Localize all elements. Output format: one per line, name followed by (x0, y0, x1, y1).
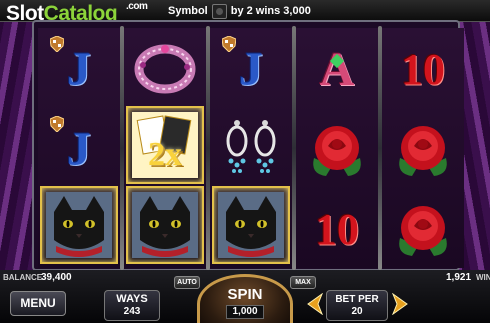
banner-text: by 2 wins 3,000 (230, 5, 311, 17)
rose-icon (399, 206, 447, 256)
wild-multiplier-label: 2x (148, 136, 182, 173)
ways-value: 243 (123, 306, 141, 317)
symbol-rose (298, 110, 376, 188)
reel-frame: J J 2x J A 10 10 (32, 20, 464, 271)
logo-suffix: .com (126, 1, 148, 12)
ways-display: WAYS 243 (104, 290, 160, 321)
black-cat-icon (46, 192, 112, 258)
reel-1: J J (38, 28, 120, 268)
reel-3: J (210, 28, 292, 268)
shield-icon (50, 36, 64, 52)
top-bar: SlotCatalog .com Symbol by 2 wins 3,000 (0, 0, 490, 25)
card-10-label: 10 (315, 204, 359, 254)
ways-label: WAYS (116, 293, 148, 305)
menu-button[interactable]: MENU (10, 291, 66, 316)
total-bet-value: 1,000 (226, 305, 264, 319)
max-bet-button[interactable]: MAX (290, 276, 316, 289)
balance-label: BALANCE (3, 273, 43, 282)
reel-2: 2x (124, 28, 206, 268)
game-stage: SlotCatalog .com Symbol by 2 wins 3,000 … (0, 0, 490, 323)
win-banner: Symbol by 2 wins 3,000 (168, 2, 311, 20)
symbol-cat-winning (212, 186, 290, 264)
reel-5: 10 (382, 28, 464, 268)
win-label: WIN (476, 273, 490, 282)
balance-value: 39,400 (41, 272, 72, 283)
rose-icon (399, 126, 447, 176)
symbol-cat-winning (126, 186, 204, 264)
symbol-wild-2x: 2x (126, 106, 204, 184)
bet-decrease-arrow-icon[interactable] (306, 293, 324, 315)
symbol-a: A (298, 30, 376, 108)
symbol-cat-winning (40, 186, 118, 264)
shield-icon (50, 116, 64, 132)
black-cat-icon (218, 192, 284, 258)
shield-icon (222, 36, 236, 52)
symbol-j: J (40, 110, 118, 188)
symbol-10: 10 (384, 30, 462, 108)
bet-per-value: 20 (351, 306, 363, 317)
symbol-j: J (40, 30, 118, 108)
card-j-label: J (239, 42, 263, 96)
symbol-10: 10 (298, 190, 376, 268)
spin-label[interactable]: SPIN (197, 286, 293, 303)
card-10-label: 10 (401, 44, 445, 94)
symbol-bracelet (126, 30, 204, 108)
bet-increase-arrow-icon[interactable] (391, 293, 409, 315)
symbol-j: J (212, 30, 290, 108)
symbol-rose (384, 190, 462, 268)
reel-4: A 10 (296, 28, 378, 268)
symbol-rose (384, 110, 462, 188)
black-cat-icon (132, 192, 198, 258)
card-j-label: J (67, 42, 91, 96)
earrings-icon (226, 120, 276, 173)
symbol-earrings (212, 110, 290, 188)
rose-icon (313, 126, 361, 176)
win-value: 1,921 (446, 272, 472, 283)
cat-symbol-icon (211, 3, 227, 19)
bet-per-display: BET PER 20 (326, 290, 388, 321)
bet-per-label: BET PER (335, 294, 379, 305)
banner-prefix: Symbol (168, 5, 208, 17)
card-a-label: A (319, 42, 355, 96)
card-j-label: J (67, 122, 91, 176)
bracelet-icon (134, 44, 196, 94)
